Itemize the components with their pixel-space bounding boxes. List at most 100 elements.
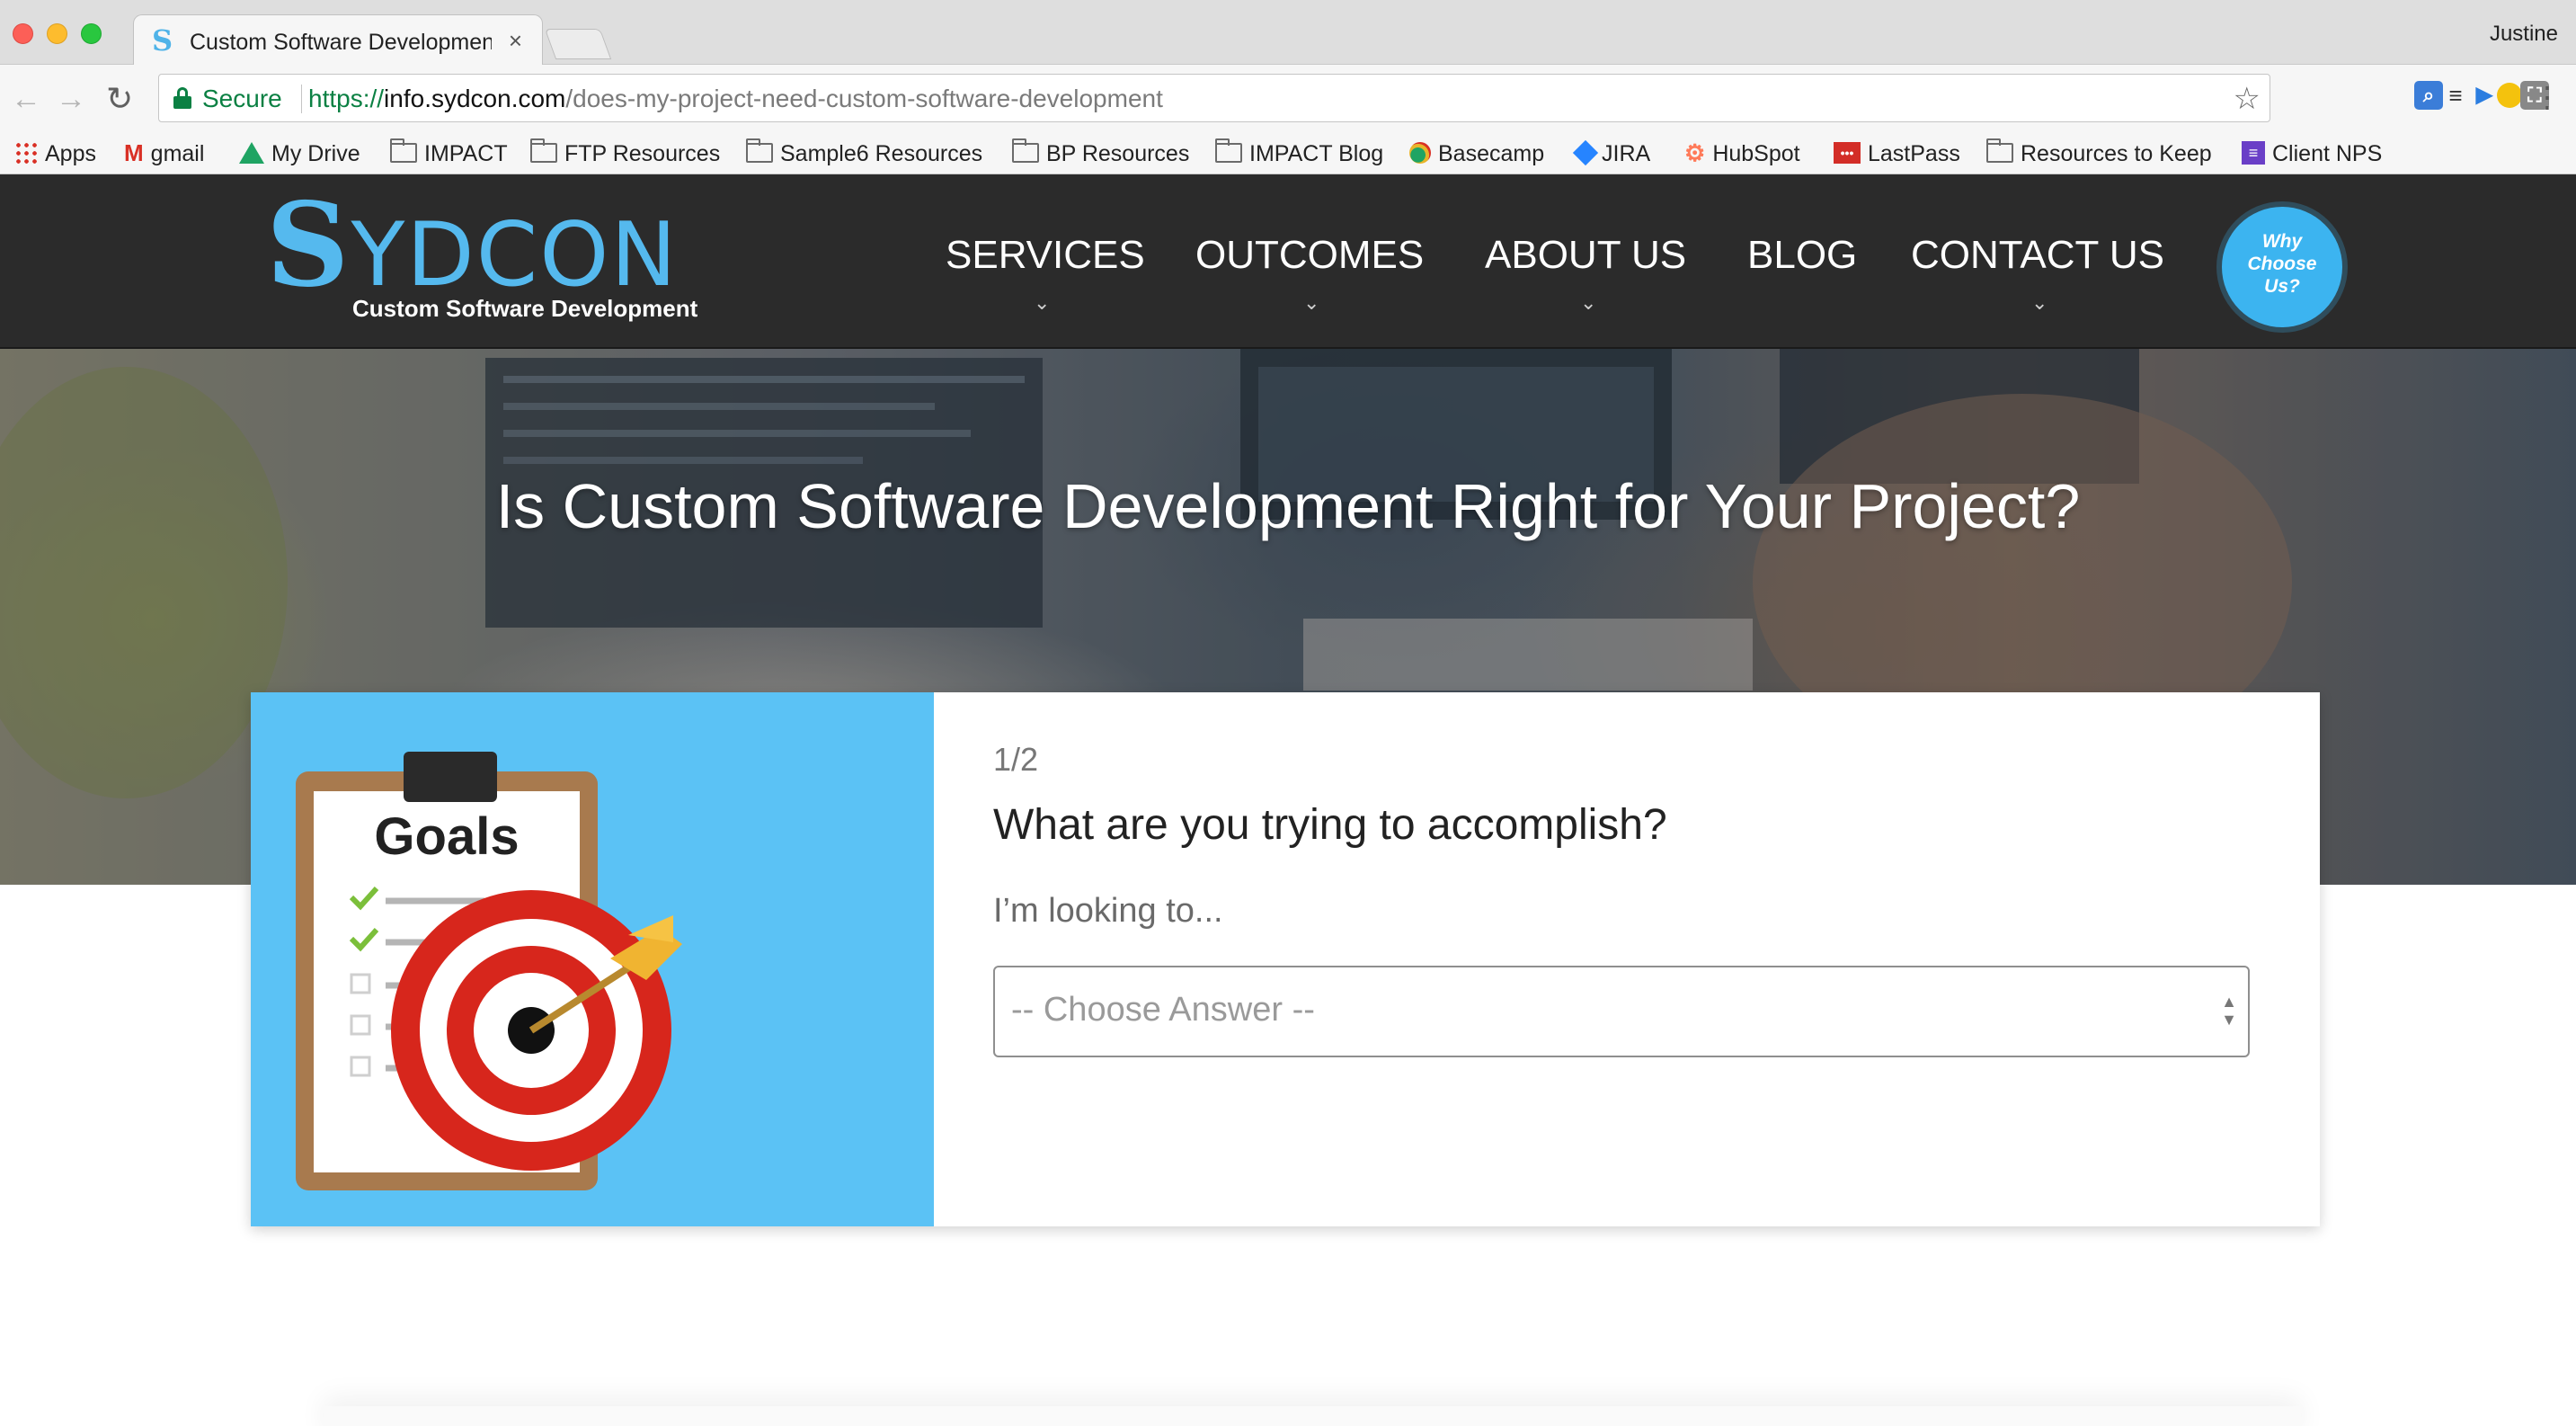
chevron-down-icon: ⌄: [1034, 291, 1051, 314]
nav-services[interactable]: SERVICES: [946, 230, 1145, 281]
why-line-1: Why: [2261, 231, 2303, 252]
chevron-down-icon: ⌄: [2031, 291, 2048, 314]
bookmark-label: IMPACT Blog: [1249, 141, 1384, 166]
bookmark-label: Basecamp: [1438, 141, 1545, 166]
window-maximize-button[interactable]: [81, 23, 102, 44]
omnibox-divider: [301, 85, 302, 113]
folder-icon: [530, 138, 557, 164]
url-path: /does-my-project-need-custom-software-de…: [565, 85, 1163, 112]
address-bar[interactable]: Secure https://info.sydcon.com/does-my-p…: [158, 74, 2270, 122]
bookmark-impact-blog[interactable]: IMPACT Blog: [1215, 137, 1383, 171]
tab-close-icon[interactable]: ×: [509, 27, 522, 54]
extension-search-icon[interactable]: ⌕: [2414, 81, 2443, 110]
basecamp-icon: [1409, 142, 1431, 165]
bookmark-sample6-resources[interactable]: Sample6 Resources: [746, 137, 982, 171]
bookmark-ftp-resources[interactable]: FTP Resources: [530, 137, 720, 171]
window-close-button[interactable]: [13, 23, 33, 44]
bookmark-resources-to-keep[interactable]: Resources to Keep: [1986, 137, 2212, 171]
quiz-card: Goals 1/2 What are you trying to accompl…: [251, 692, 2320, 1226]
logo-wordmark: SYDCON: [266, 188, 679, 308]
bookmark-label: BP Resources: [1046, 141, 1190, 166]
bookmark-label: IMPACT: [424, 141, 508, 166]
bookmark-label: Apps: [45, 141, 96, 166]
bookmark-my-drive[interactable]: My Drive: [239, 137, 360, 171]
bookmark-gmail[interactable]: Mgmail: [124, 137, 204, 171]
extension-buffer-icon[interactable]: ≡: [2441, 81, 2470, 110]
hubspot-icon: ⚙: [1684, 139, 1706, 167]
browser-tab-active[interactable]: S Custom Software Development ×: [133, 14, 543, 65]
bookmark-label: Client NPS: [2272, 141, 2383, 166]
goals-target-graphic: Goals: [296, 752, 682, 1190]
folder-icon: [1986, 138, 2013, 164]
window-minimize-button[interactable]: [47, 23, 67, 44]
list-icon: ≡: [2242, 141, 2265, 165]
bookmark-jira[interactable]: JIRA: [1572, 137, 1651, 171]
next-section-edge: [324, 1406, 2301, 1426]
bookmark-label: FTP Resources: [564, 141, 721, 166]
back-arrow-icon[interactable]: ←: [11, 81, 41, 117]
bookmark-apps[interactable]: Apps: [14, 137, 96, 171]
bookmarks-bar: Apps Mgmail My Drive IMPACT FTP Resource…: [0, 133, 2576, 174]
bookmark-basecamp[interactable]: Basecamp: [1409, 137, 1544, 171]
nav-outcomes[interactable]: OUTCOMES: [1195, 230, 1424, 281]
jira-icon: [1572, 140, 1599, 166]
profile-name[interactable]: Justine: [2490, 22, 2558, 47]
folder-icon: [1012, 138, 1039, 164]
quiz-prompt-label: I’m looking to...: [993, 892, 1223, 930]
reload-icon[interactable]: ↻: [106, 81, 133, 117]
bookmark-impact[interactable]: IMPACT: [390, 137, 508, 171]
browser-tab-strip: S Custom Software Development × Justine: [0, 0, 2576, 65]
why-choose-us-button[interactable]: Why Choose Us?: [2222, 207, 2342, 327]
url-text[interactable]: https://info.sydcon.com/does-my-project-…: [308, 85, 1163, 112]
quiz-question: What are you trying to accomplish?: [993, 801, 1667, 849]
bookmark-label: My Drive: [271, 141, 360, 166]
webpage: SYDCON Custom Software Development SERVI…: [0, 174, 2576, 1426]
bookmark-lastpass[interactable]: ••• LastPass: [1834, 137, 1960, 171]
drive-icon: [239, 142, 264, 165]
url-host: info.sydcon.com: [384, 85, 566, 112]
answer-select[interactable]: -- Choose Answer -- ▲ ▼: [993, 966, 2250, 1057]
folder-icon: [390, 138, 417, 164]
nav-contact-us[interactable]: CONTACT US: [1911, 230, 2164, 281]
bookmark-client-nps[interactable]: ≡ Client NPS: [2242, 137, 2382, 171]
extension-cast-icon[interactable]: ▶: [2470, 81, 2499, 110]
folder-icon: [746, 138, 773, 164]
bookmark-label: Resources to Keep: [2021, 141, 2212, 166]
chevron-down-icon: ⌄: [1580, 291, 1597, 314]
site-header: SYDCON Custom Software Development SERVI…: [0, 174, 2576, 349]
answer-select-placeholder: -- Choose Answer --: [1011, 991, 1315, 1029]
bookmark-label: JIRA: [1602, 141, 1651, 166]
apps-grid-icon: [14, 141, 38, 165]
hero-title: Is Custom Software Development Right for…: [495, 471, 2081, 541]
why-line-2: Choose: [2247, 254, 2317, 274]
lastpass-icon: •••: [1834, 142, 1861, 165]
bookmark-star-icon[interactable]: ☆: [2234, 81, 2261, 117]
new-tab-button[interactable]: [544, 29, 612, 59]
quiz-content: 1/2 What are you trying to accomplish? I…: [993, 692, 2270, 1226]
lock-icon: [173, 87, 191, 109]
bookmark-bp-resources[interactable]: BP Resources: [1012, 137, 1189, 171]
bookmark-label: gmail: [150, 141, 205, 166]
forward-arrow-icon[interactable]: →: [56, 81, 86, 117]
tab-title: Custom Software Development: [190, 30, 492, 55]
folder-icon: [1215, 138, 1242, 164]
browser-menu-icon[interactable]: ⋮: [2533, 79, 2562, 115]
goals-heading: Goals: [374, 807, 519, 866]
logo-s-mark: S: [266, 178, 351, 313]
select-updown-arrows-icon: ▲ ▼: [2221, 993, 2237, 1029]
goals-illustration: Goals: [251, 692, 934, 1226]
bookmark-hubspot[interactable]: ⚙ HubSpot: [1684, 137, 1800, 171]
bookmark-label: LastPass: [1868, 141, 1960, 166]
extension-yellow-icon[interactable]: [2497, 83, 2522, 108]
sydcon-favicon-icon: S: [152, 23, 173, 58]
bookmark-label: Sample6 Resources: [780, 141, 983, 166]
sydcon-logo[interactable]: SYDCON Custom Software Development: [266, 188, 698, 336]
chevron-down-icon: ⌄: [1303, 291, 1320, 314]
gmail-icon: M: [124, 139, 144, 167]
url-scheme: https://: [308, 85, 385, 112]
logo-tagline: Custom Software Development: [352, 295, 698, 322]
nav-about-us[interactable]: ABOUT US: [1485, 230, 1686, 281]
nav-blog[interactable]: BLOG: [1747, 230, 1857, 281]
bookmark-label: HubSpot: [1712, 141, 1800, 166]
logo-text: YDCON: [351, 204, 679, 307]
